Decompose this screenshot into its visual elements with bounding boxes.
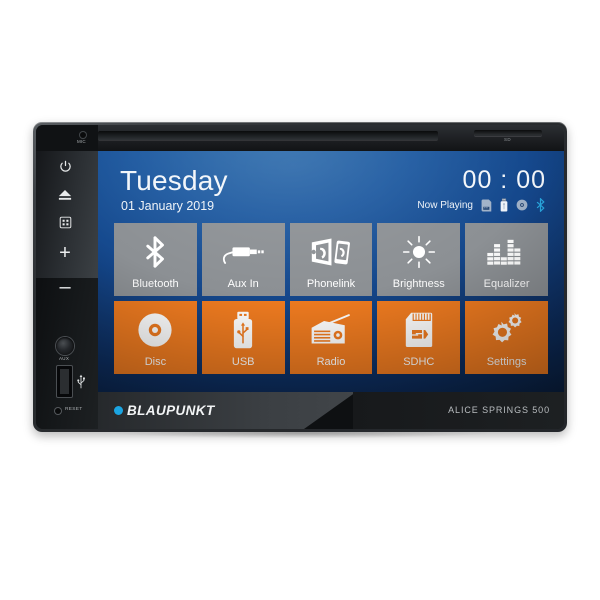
tile-label: Brightness [392, 278, 445, 290]
usb-port[interactable] [57, 366, 72, 397]
bluetooth-icon[interactable] [534, 198, 546, 212]
tile-equalizer[interactable]: Equalizer [465, 223, 548, 296]
tile-phonelink[interactable]: Phonelink [289, 223, 373, 296]
tile-disc[interactable]: Disc [114, 301, 197, 374]
disc-icon [114, 310, 197, 350]
phonelink-icon [290, 232, 373, 272]
aux-jack[interactable] [56, 337, 74, 355]
tile-aux-in[interactable]: Aux In [201, 223, 285, 296]
tile-radio[interactable]: Radio [289, 301, 373, 374]
power-button[interactable] [54, 159, 76, 179]
tile-sdhc[interactable]: SDHC [377, 301, 461, 374]
tile-label: USB [231, 356, 255, 368]
eject-button[interactable] [54, 187, 76, 207]
brand-bar: BLAUPUNKT ALICE SPRINGS 500 [98, 392, 564, 429]
volume-down-button[interactable]: – [54, 277, 76, 297]
tile-label: Radio [316, 356, 346, 368]
microphone-label: MIC [77, 139, 86, 144]
equalizer-icon [465, 232, 548, 272]
tile-label: Phonelink [306, 278, 356, 290]
tile-label: Bluetooth [132, 278, 179, 290]
sd-card-slot[interactable] [474, 130, 542, 136]
power-icon [59, 160, 72, 178]
usb-stick-icon[interactable] [498, 198, 510, 212]
clock: 00 : 00 [462, 166, 546, 194]
menu-button[interactable] [54, 215, 76, 235]
sd-card-icon [377, 310, 460, 350]
plus-icon: + [59, 242, 71, 264]
usb-stick-icon [202, 310, 285, 350]
brand-name: BLAUPUNKT [127, 403, 215, 418]
aux-plug-icon [202, 232, 285, 272]
bluetooth-icon [114, 232, 197, 272]
reset-label: RESET [65, 407, 83, 412]
left-control-column: MIC + – AUX RESET [36, 125, 98, 429]
head-unit-chassis: SD MIC + – AUX RESET Tuesday 01 January … [33, 122, 567, 432]
sd-card-icon[interactable] [480, 198, 492, 212]
sun-icon [377, 232, 460, 272]
tile-settings[interactable]: Settings [465, 301, 548, 374]
disc-slot[interactable] [98, 131, 438, 140]
tile-label: Settings [486, 356, 527, 368]
minus-icon: – [59, 276, 71, 298]
day-of-week: Tuesday [120, 165, 228, 196]
screenshot-root: SD MIC + – AUX RESET Tuesday 01 January … [0, 0, 600, 600]
top-slot-strip: SD [36, 125, 564, 151]
tile-brightness[interactable]: Brightness [377, 223, 461, 296]
usb-icon [75, 373, 87, 389]
grid-menu-icon [59, 216, 72, 234]
now-playing-bar: Now Playing [417, 198, 546, 212]
head-unit-faceplate: SD MIC + – AUX RESET Tuesday 01 January … [36, 125, 564, 429]
tile-bluetooth[interactable]: Bluetooth [114, 223, 197, 296]
now-playing-label: Now Playing [417, 199, 473, 211]
sd-slot-label: SD [504, 137, 512, 142]
reset-button[interactable] [55, 408, 61, 414]
tile-usb[interactable]: USB [201, 301, 285, 374]
microphone-hole [80, 132, 86, 138]
tile-label: Equalizer [483, 278, 530, 290]
disc-icon[interactable] [516, 198, 528, 212]
home-tile-grid: Bluetooth Aux In Phonelink Brightness Eq… [114, 223, 548, 374]
tile-label: Aux In [227, 278, 259, 290]
gears-icon [465, 310, 548, 350]
lcd-screen[interactable]: Tuesday 01 January 2019 00 : 00 Now Play… [98, 151, 564, 392]
blaupunkt-logo-dot [114, 406, 123, 415]
tile-label: SDHC [403, 356, 435, 368]
tile-label: Disc [144, 356, 167, 368]
current-date: 01 January 2019 [121, 199, 215, 213]
eject-icon [58, 188, 72, 206]
aux-jack-label: AUX [59, 356, 70, 361]
radio-icon [290, 310, 373, 350]
volume-up-button[interactable]: + [54, 243, 76, 263]
model-name: ALICE SPRINGS 500 [448, 405, 550, 415]
